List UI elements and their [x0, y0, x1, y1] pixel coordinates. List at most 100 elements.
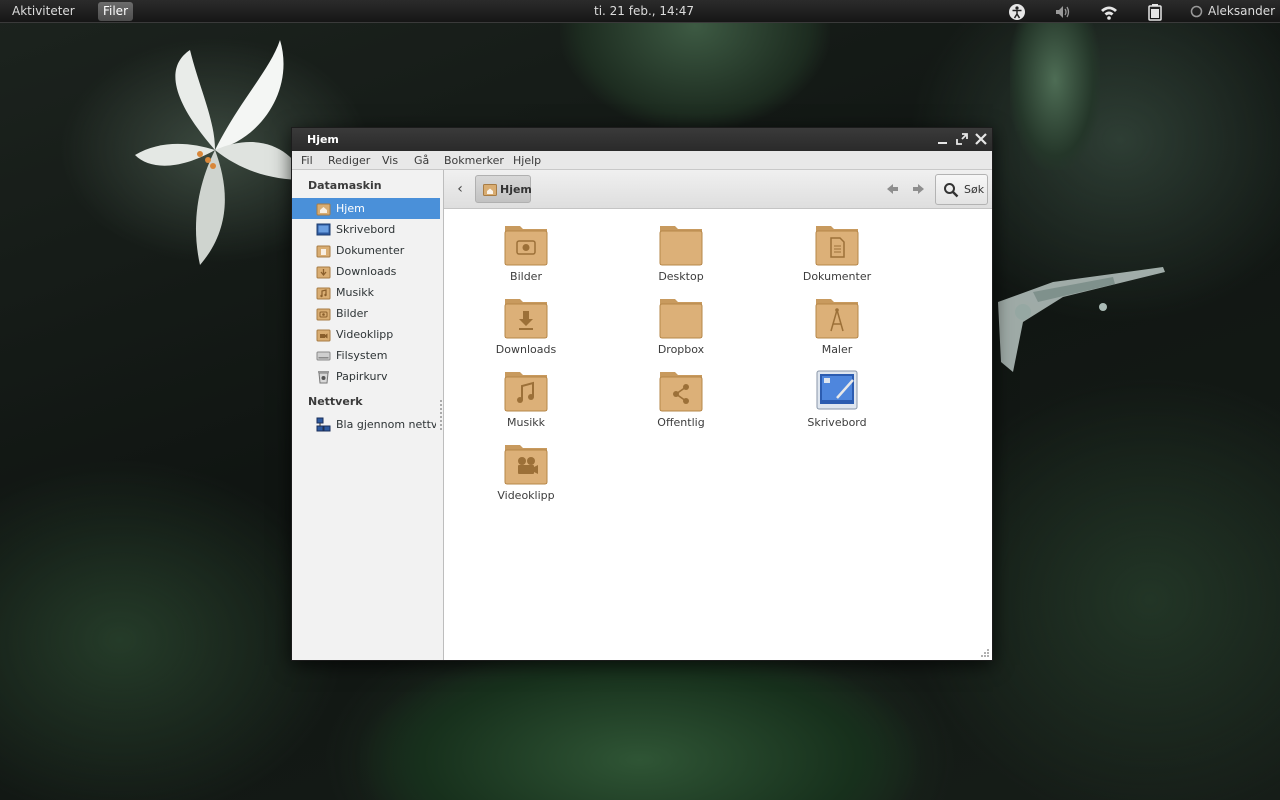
battery-icon[interactable] — [1146, 3, 1164, 21]
trash-icon — [318, 371, 329, 384]
search-icon — [944, 183, 959, 198]
file-label: Videoklipp — [497, 489, 555, 502]
file-item[interactable]: Maler — [782, 295, 892, 365]
path-scroll-left-button[interactable]: ‹ — [452, 178, 468, 200]
wallpaper-leaf — [1010, 20, 1100, 170]
sidebar-item-downloads[interactable]: Downloads — [292, 261, 440, 282]
folder-icon — [659, 299, 703, 339]
pictures-folder-icon — [504, 226, 548, 266]
forward-button[interactable] — [911, 181, 927, 197]
drive-icon — [316, 351, 331, 361]
user-status-icon — [1190, 5, 1203, 18]
window-title: Hjem — [307, 133, 339, 146]
file-item[interactable]: Desktop — [626, 222, 736, 292]
activities-button[interactable]: Aktiviteter — [12, 4, 75, 18]
places-sidebar: Datamaskin Hjem Skrivebord Dokumenter Do… — [292, 170, 444, 660]
volume-icon[interactable] — [1054, 3, 1072, 21]
sidebar-item-videos[interactable]: Videoklipp — [292, 324, 440, 345]
sidebar-item-filesystem[interactable]: Filsystem — [292, 345, 440, 366]
arrow-right-icon — [913, 184, 924, 194]
arrow-left-icon — [887, 184, 898, 194]
file-label: Maler — [821, 343, 853, 356]
close-button[interactable] — [972, 130, 990, 148]
templates-folder-icon — [815, 299, 859, 339]
sidebar-item-browse-network[interactable]: Bla gjennom nettv… — [292, 414, 440, 435]
toolbar: ‹ Hjem Søk — [444, 170, 992, 209]
menu-help[interactable]: Hjelp — [513, 154, 541, 167]
file-item[interactable]: Downloads — [471, 295, 581, 365]
file-label: Downloads — [495, 343, 557, 356]
sidebar-item-home[interactable]: Hjem — [292, 198, 440, 219]
sidebar-item-documents[interactable]: Dokumenter — [292, 240, 440, 261]
sidebar-item-pictures[interactable]: Bilder — [292, 303, 440, 324]
documents-folder-icon — [316, 245, 331, 258]
sidebar-item-label: Skrivebord — [336, 223, 396, 236]
wifi-icon[interactable] — [1100, 3, 1118, 21]
sidebar-item-label: Downloads — [336, 265, 397, 278]
wallpaper-leaf — [360, 640, 920, 800]
file-item[interactable]: Dokumenter — [782, 222, 892, 292]
user-menu[interactable]: Aleksander — [1208, 4, 1275, 18]
sidebar-header-computer: Datamaskin — [308, 179, 382, 192]
close-icon — [975, 133, 987, 145]
search-label: Søk — [964, 183, 985, 196]
desktop-shortcut-icon — [816, 370, 858, 410]
file-label: Musikk — [507, 416, 545, 429]
sidebar-item-desktop[interactable]: Skrivebord — [292, 219, 440, 240]
title-bar[interactable]: Hjem — [292, 128, 992, 151]
back-button[interactable] — [884, 181, 900, 197]
file-manager-window: Hjem Fil Rediger Vis Gå Bokmerker Hjelp … — [291, 127, 993, 661]
documents-folder-icon — [815, 226, 859, 266]
breadcrumb-home[interactable]: Hjem — [475, 175, 532, 203]
file-label: Dropbox — [657, 343, 705, 356]
sidebar-header-network: Nettverk — [308, 395, 363, 408]
sidebar-item-music[interactable]: Musikk — [292, 282, 440, 303]
wallpaper-robot-arm — [998, 267, 1165, 372]
folder-icon — [659, 226, 703, 266]
file-item[interactable]: Skrivebord — [782, 368, 892, 438]
sidebar-item-label: Hjem — [336, 202, 365, 215]
maximize-button[interactable] — [953, 130, 971, 148]
file-item[interactable]: Videoklipp — [471, 441, 581, 511]
public-share-folder-icon — [659, 372, 703, 412]
clock[interactable]: ti. 21 feb., 14:47 — [594, 4, 694, 18]
home-folder-icon — [483, 184, 497, 196]
sidebar-item-label: Bla gjennom nettv… — [336, 418, 436, 431]
sidebar-item-label: Papirkurv — [336, 370, 388, 383]
menu-bar: Fil Rediger Vis Gå Bokmerker Hjelp — [292, 151, 992, 170]
file-item[interactable]: Bilder — [471, 222, 581, 292]
menu-go[interactable]: Gå — [414, 154, 429, 167]
file-label: Desktop — [658, 270, 704, 283]
resize-grip-icon[interactable] — [980, 648, 990, 658]
videos-folder-icon — [504, 445, 548, 485]
menu-bookmarks[interactable]: Bokmerker — [444, 154, 504, 167]
pictures-folder-icon — [316, 308, 331, 321]
home-folder-icon — [316, 203, 331, 216]
downloads-folder-icon — [504, 299, 548, 339]
sidebar-item-label: Filsystem — [336, 349, 388, 362]
menu-file[interactable]: Fil — [301, 154, 313, 167]
menu-view[interactable]: Vis — [382, 154, 398, 167]
file-label: Skrivebord — [807, 416, 867, 429]
sidebar-item-trash[interactable]: Papirkurv — [292, 366, 440, 387]
file-item[interactable]: Offentlig — [626, 368, 736, 438]
sidebar-item-label: Dokumenter — [336, 244, 405, 257]
videos-folder-icon — [316, 329, 331, 342]
menu-edit[interactable]: Rediger — [328, 154, 370, 167]
downloads-folder-icon — [316, 266, 331, 279]
search-button[interactable]: Søk — [935, 174, 988, 205]
accessibility-icon[interactable] — [1008, 3, 1026, 21]
app-menu-button[interactable]: Filer — [98, 2, 133, 21]
sidebar-item-label: Musikk — [336, 286, 374, 299]
minimize-icon — [938, 142, 947, 144]
file-item[interactable]: Musikk — [471, 368, 581, 438]
sidebar-item-label: Videoklipp — [336, 328, 394, 341]
file-label: Offentlig — [657, 416, 705, 429]
breadcrumb-label: Hjem — [500, 183, 532, 196]
top-bar: Aktiviteter Filer ti. 21 feb., 14:47 Ale… — [0, 0, 1280, 23]
file-item[interactable]: Dropbox — [626, 295, 736, 365]
main-content: ‹ Hjem Søk Bilder Desktop Dokumenter Dow… — [444, 170, 992, 660]
minimize-button[interactable] — [934, 130, 952, 148]
music-folder-icon — [316, 287, 331, 300]
network-icon — [316, 417, 331, 432]
